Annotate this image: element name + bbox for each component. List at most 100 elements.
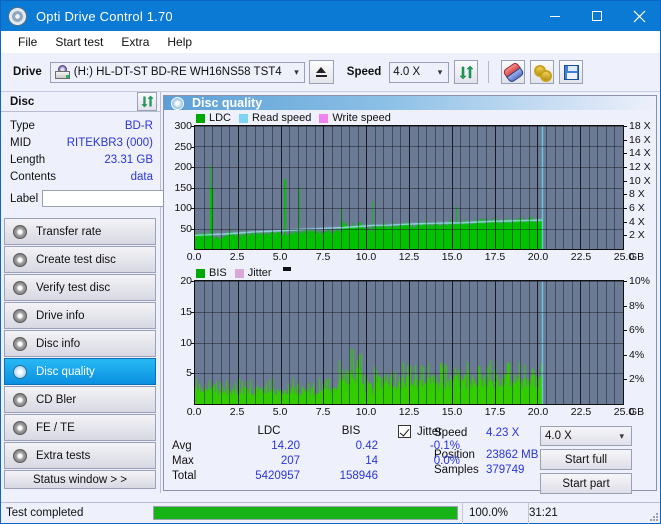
disc-info: Type BD-R MID RITEKBR3 (000) Length 23.3… <box>1 112 245 212</box>
menu-help[interactable]: Help <box>158 33 201 51</box>
x-tick-label: 20.0 <box>527 251 549 263</box>
progress-percent: 100.0% <box>462 502 528 524</box>
eject-button[interactable] <box>308 60 334 84</box>
jitter-toggle[interactable]: Jitter <box>398 425 442 438</box>
x-tick-label: 17.5 <box>484 406 506 418</box>
sidebar-item-label: FE / TE <box>36 421 75 434</box>
stats-speed-value: 4.23 X <box>486 426 520 439</box>
test-speed-select[interactable]: 4.0 X ▾ <box>540 426 632 446</box>
y2-tick-label: 10 X <box>629 174 651 187</box>
stats-row-label-max: Max <box>172 455 194 467</box>
resize-grip[interactable] <box>648 511 658 521</box>
disc-info-row: Length 23.31 GB <box>10 151 153 168</box>
drive-select-value: (H:) HL-DT-ST BD-RE WH16NS58 TST4 <box>73 66 282 78</box>
menu-file[interactable]: File <box>9 33 46 51</box>
disc-contents-label: Contents <box>10 170 57 183</box>
x-tick-label: 5.0 <box>272 251 288 263</box>
drive-select[interactable]: (H:) HL-DT-ST BD-RE WH16NS58 TST4 ▾ <box>49 61 305 83</box>
y-tick-label: 300 <box>174 120 192 132</box>
stats-avg-bis: 0.42 <box>355 440 378 452</box>
drive-label: Drive <box>13 66 42 78</box>
sidebar-item-verify-test-disc[interactable]: Verify test disc <box>4 274 156 301</box>
maximize-button[interactable] <box>576 1 618 31</box>
progress-bar <box>153 506 458 520</box>
sidebar-item-disc-info[interactable]: Disc info <box>4 330 156 357</box>
test-speed-value: 4.0 X <box>545 430 572 442</box>
speed-select-value: 4.0 X <box>393 66 421 78</box>
x-tick-label: 2.5 <box>229 251 245 263</box>
grid-line <box>195 229 623 230</box>
disc-contents-value: data <box>130 170 153 183</box>
jitter-checkbox[interactable] <box>398 425 411 438</box>
speed-select[interactable]: 4.0 X ▾ <box>389 61 450 83</box>
grid-line <box>195 146 623 147</box>
disc-label-row: Label <box>10 188 245 209</box>
y2-tick-label: 4 X <box>629 215 645 228</box>
disc-mid-value: RITEKBR3 (000) <box>66 136 153 149</box>
legend-swatch-read-speed <box>239 113 249 123</box>
charts-area: LDC Read speed Write speed 300 250 200 150 1… <box>164 110 656 421</box>
disc-refresh-button[interactable] <box>137 92 157 111</box>
y2-tick-label: 16 X <box>629 133 651 146</box>
x-tick-label: 7.5 <box>315 251 331 263</box>
grid-line <box>195 208 623 209</box>
minimize-button[interactable] <box>534 1 576 31</box>
grid-line <box>195 373 623 374</box>
grid-line <box>195 167 623 168</box>
save-results-button[interactable] <box>559 60 584 84</box>
stats-row-label-total: Total <box>172 470 197 482</box>
sidebar-item-cd-bler[interactable]: CD Bler <box>4 386 156 413</box>
start-full-button[interactable]: Start full <box>540 449 632 470</box>
y2-tick-label: 10% <box>629 275 651 287</box>
disc-type-value: BD-R <box>124 119 153 132</box>
speed-label: Speed <box>346 66 382 78</box>
x-tick-label: 22.5 <box>570 406 592 418</box>
close-button[interactable] <box>618 1 660 31</box>
x-tick-label: 22.5 <box>570 251 592 263</box>
disc-icon <box>13 252 27 267</box>
menu-extra[interactable]: Extra <box>112 33 158 51</box>
disc-section-header: Disc <box>1 92 160 112</box>
sidebar-item-label: Transfer rate <box>36 225 102 238</box>
sidebar-item-drive-info[interactable]: Drive info <box>4 302 156 329</box>
y2-tick-label: 8 X <box>629 188 645 201</box>
refresh-drive-button[interactable] <box>454 60 479 84</box>
sidebar-item-label: Verify test disc <box>36 281 111 294</box>
sidebar-item-label: Disc info <box>36 337 81 350</box>
drive-icon <box>54 65 70 79</box>
x-tick-label: 5.0 <box>272 406 288 418</box>
top-chart-y-axis: 300 250 200 150 100 50 <box>166 120 194 250</box>
legend-label-read-speed: Read speed <box>252 112 312 124</box>
sidebar-item-extra-tests[interactable]: Extra tests <box>4 442 156 469</box>
stats-table: LDC BIS Avg 14.20 0.42 Max 207 14 Total … <box>172 425 434 485</box>
sidebar-item-create-test-disc[interactable]: Create test disc <box>4 246 156 273</box>
disc-keys-button[interactable] <box>530 60 555 84</box>
x-tick-label: 2.5 <box>229 406 245 418</box>
stats-left: LDC BIS Avg 14.20 0.42 Max 207 14 Total … <box>172 425 460 494</box>
grid-line <box>195 343 623 344</box>
sidebar: Disc Type BD-R MID RITEKBR3 (000) Length… <box>1 92 245 493</box>
erase-disc-button[interactable] <box>501 60 526 84</box>
action-buttons: 4.0 X ▾ Start full Start part <box>540 425 632 494</box>
stats-total-ldc: 5420957 <box>255 470 300 482</box>
x-axis-unit: GB <box>629 406 645 418</box>
bottom-chart-y-axis: 20 15 10 5 <box>166 275 194 405</box>
stats-header-ldc: LDC <box>257 425 281 437</box>
keys-icon <box>533 64 552 82</box>
sidebar-item-transfer-rate[interactable]: Transfer rate <box>4 218 156 245</box>
start-part-button[interactable]: Start part <box>540 473 632 494</box>
status-message: Test completed <box>6 507 84 519</box>
eject-icon <box>315 67 327 77</box>
jitter-label: Jitter <box>417 425 442 438</box>
toolbar-separator <box>488 61 490 83</box>
window-title: Opti Drive Control 1.70 <box>36 8 173 24</box>
menu-start-test[interactable]: Start test <box>46 33 112 51</box>
sidebar-item-disc-quality[interactable]: Disc quality <box>4 358 156 385</box>
y-tick-label: 250 <box>174 140 192 153</box>
sidebar-item-fe-te[interactable]: FE / TE <box>4 414 156 441</box>
status-window-button[interactable]: Status window > > <box>4 470 156 489</box>
y2-tick-label: 14 X <box>629 147 651 160</box>
disc-icon <box>13 448 27 463</box>
grid-line <box>195 188 623 189</box>
status-window-label: Status window > > <box>33 473 127 486</box>
